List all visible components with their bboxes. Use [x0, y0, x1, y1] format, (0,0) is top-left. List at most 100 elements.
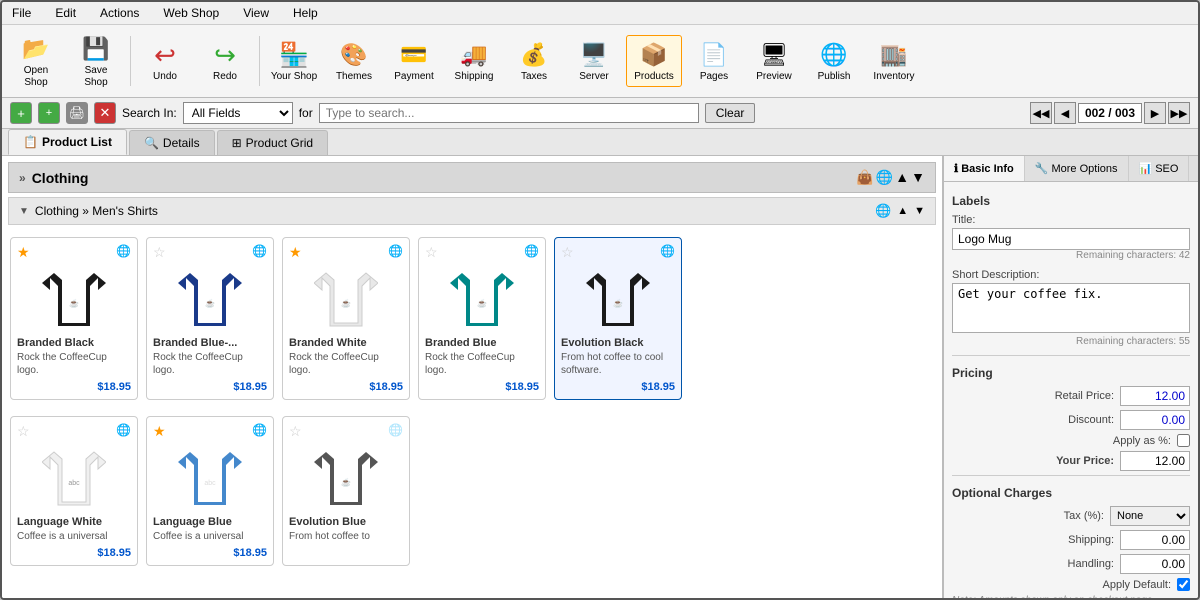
globe-icon-8[interactable]: 🌐	[388, 423, 403, 440]
save-shop-button[interactable]: 💾 Save Shop	[68, 29, 124, 93]
star-icon-5[interactable]: ☆	[561, 244, 574, 261]
category-down-icon[interactable]: ▼	[911, 169, 925, 186]
subcategory-expand-icon[interactable]: ▼	[19, 206, 29, 217]
add-category-button[interactable]: +	[38, 102, 60, 124]
globe-icon-3[interactable]: 🌐	[388, 244, 403, 261]
menu-help[interactable]: Help	[289, 4, 322, 22]
search-input[interactable]	[319, 103, 699, 123]
discount-row: Discount:	[952, 410, 1190, 430]
themes-button[interactable]: 🎨 Themes	[326, 35, 382, 87]
publish-button[interactable]: 🌐 Publish	[806, 35, 862, 87]
shipping-input[interactable]	[1120, 530, 1190, 550]
add-product-button[interactable]: +	[10, 102, 32, 124]
title-field-group: Title: Remaining characters: 42	[952, 214, 1190, 261]
server-button[interactable]: 🖥️ Server	[566, 35, 622, 87]
retail-price-input[interactable]	[1120, 386, 1190, 406]
open-shop-label: Open Shop	[12, 65, 60, 89]
preview-button[interactable]: 🖥 Preview	[746, 35, 802, 87]
apply-default-checkbox[interactable]	[1177, 578, 1190, 591]
clear-button[interactable]: Clear	[705, 103, 756, 123]
tab-product-grid[interactable]: ⊞ Product Grid	[217, 130, 328, 155]
category-header: » Clothing 👜 🌐 ▲ ▼	[8, 162, 936, 193]
nav-prev-button[interactable]: ◀	[1054, 102, 1076, 124]
menu-edit[interactable]: Edit	[51, 4, 80, 22]
category-up-icon[interactable]: ▲	[895, 169, 909, 186]
products-button[interactable]: 📦 Products	[626, 35, 682, 87]
title-input[interactable]	[952, 228, 1190, 250]
tax-select[interactable]: None	[1110, 506, 1190, 526]
product-card-branded-blue-dash[interactable]: ☆ 🌐 ☕ Branded Blue-... Rock the CoffeeCu…	[146, 237, 274, 400]
redo-button[interactable]: ↪ Redo	[197, 35, 253, 87]
subcategory-down-icon[interactable]: ▼	[914, 205, 925, 217]
nav-last-button[interactable]: ▶▶	[1168, 102, 1190, 124]
your-shop-button[interactable]: 🏪 Your Shop	[266, 35, 322, 87]
tshirt-svg-7: abc	[178, 447, 242, 507]
nav-next-button[interactable]: ▶	[1144, 102, 1166, 124]
delete-button[interactable]: ✕	[94, 102, 116, 124]
product-price-4: $18.95	[425, 381, 539, 393]
globe-icon-2[interactable]: 🌐	[252, 244, 267, 261]
open-shop-button[interactable]: 📂 Open Shop	[8, 29, 64, 93]
product-card-language-blue[interactable]: ★ 🌐 abc Language Blue Coffee is a univer…	[146, 416, 274, 566]
your-price-input[interactable]	[1120, 451, 1190, 471]
menu-view[interactable]: View	[239, 4, 273, 22]
seo-icon: 📊	[1139, 162, 1153, 175]
menu-file[interactable]: File	[8, 4, 35, 22]
tab-details[interactable]: 🔍 Details	[129, 130, 215, 155]
category-actions: 👜 🌐 ▲ ▼	[856, 169, 925, 186]
short-desc-label: Short Description:	[952, 269, 1190, 281]
star-icon-4[interactable]: ☆	[425, 244, 438, 261]
globe-icon-5[interactable]: 🌐	[660, 244, 675, 261]
star-icon-1[interactable]: ★	[17, 244, 30, 261]
globe-icon-7[interactable]: 🌐	[252, 423, 267, 440]
product-price-3: $18.95	[289, 381, 403, 393]
globe-icon-1[interactable]: 🌐	[116, 244, 131, 261]
tab-product-list[interactable]: 📋 Product List	[8, 129, 127, 155]
search-field-select[interactable]: All Fields	[183, 102, 293, 124]
tab-basic-info[interactable]: ℹ Basic Info	[944, 156, 1025, 181]
subcategory-globe-icon[interactable]: 🌐	[875, 203, 891, 219]
taxes-button[interactable]: 💰 Taxes	[506, 35, 562, 87]
short-desc-field-group: Short Description: Get your coffee fix. …	[952, 269, 1190, 347]
details-icon: 🔍	[144, 136, 159, 150]
handling-input[interactable]	[1120, 554, 1190, 574]
tab-seo[interactable]: 📊 SEO	[1129, 156, 1190, 181]
product-card-branded-blue[interactable]: ☆ 🌐 ☕ Branded Blue Rock the CoffeeCup lo…	[418, 237, 546, 400]
product-price-2: $18.95	[153, 381, 267, 393]
inventory-button[interactable]: 🏬 Inventory	[866, 35, 922, 87]
subcategory-up-icon[interactable]: ▲	[897, 205, 908, 217]
nav-first-button[interactable]: ◀◀	[1030, 102, 1052, 124]
shipping-button[interactable]: 🚚 Shipping	[446, 35, 502, 87]
product-card-branded-white[interactable]: ★ 🌐 ☕ Branded White Rock the CoffeeCup l…	[282, 237, 410, 400]
short-desc-textarea[interactable]: Get your coffee fix.	[952, 283, 1190, 333]
star-icon-8[interactable]: ☆	[289, 423, 302, 440]
globe-icon-4[interactable]: 🌐	[524, 244, 539, 261]
product-card-branded-black[interactable]: ★ 🌐 ☕ Branded Black Rock the CoffeeCup l…	[10, 237, 138, 400]
category-globe-icon[interactable]: 🌐	[876, 169, 893, 186]
svg-text:☕: ☕	[69, 298, 79, 308]
menu-webshop[interactable]: Web Shop	[159, 4, 223, 22]
star-icon-7[interactable]: ★	[153, 423, 166, 440]
category-bag-icon[interactable]: 👜	[856, 169, 873, 186]
category-expand-icon[interactable]: »	[19, 171, 26, 185]
product-card-language-white[interactable]: ☆ 🌐 abc Language White Coffee is a unive…	[10, 416, 138, 566]
star-icon-6[interactable]: ☆	[17, 423, 30, 440]
globe-icon-6[interactable]: 🌐	[116, 423, 131, 440]
server-label: Server	[579, 71, 608, 83]
product-card-evolution-blue[interactable]: ☆ 🌐 ☕ Evolution Blue From hot coffee to	[282, 416, 410, 566]
products-label: Products	[634, 71, 673, 83]
product-card-evolution-black[interactable]: ☆ 🌐 ☕ Evolution Black From hot coffee to…	[554, 237, 682, 400]
card-top-8: ☆ 🌐	[289, 423, 403, 440]
pages-button[interactable]: 📄 Pages	[686, 35, 742, 87]
payment-button[interactable]: 💳 Payment	[386, 35, 442, 87]
nav-current-page: 002 / 003	[1078, 103, 1142, 123]
star-icon-2[interactable]: ☆	[153, 244, 166, 261]
discount-input[interactable]	[1120, 410, 1190, 430]
apply-pct-checkbox[interactable]	[1177, 434, 1190, 447]
tab-more-options[interactable]: 🔧 More Options	[1025, 156, 1129, 181]
star-icon-3[interactable]: ★	[289, 244, 302, 261]
print-button[interactable]: 🖨	[66, 102, 88, 124]
your-shop-label: Your Shop	[271, 71, 317, 83]
menu-actions[interactable]: Actions	[96, 4, 143, 22]
undo-button[interactable]: ↩ Undo	[137, 35, 193, 87]
